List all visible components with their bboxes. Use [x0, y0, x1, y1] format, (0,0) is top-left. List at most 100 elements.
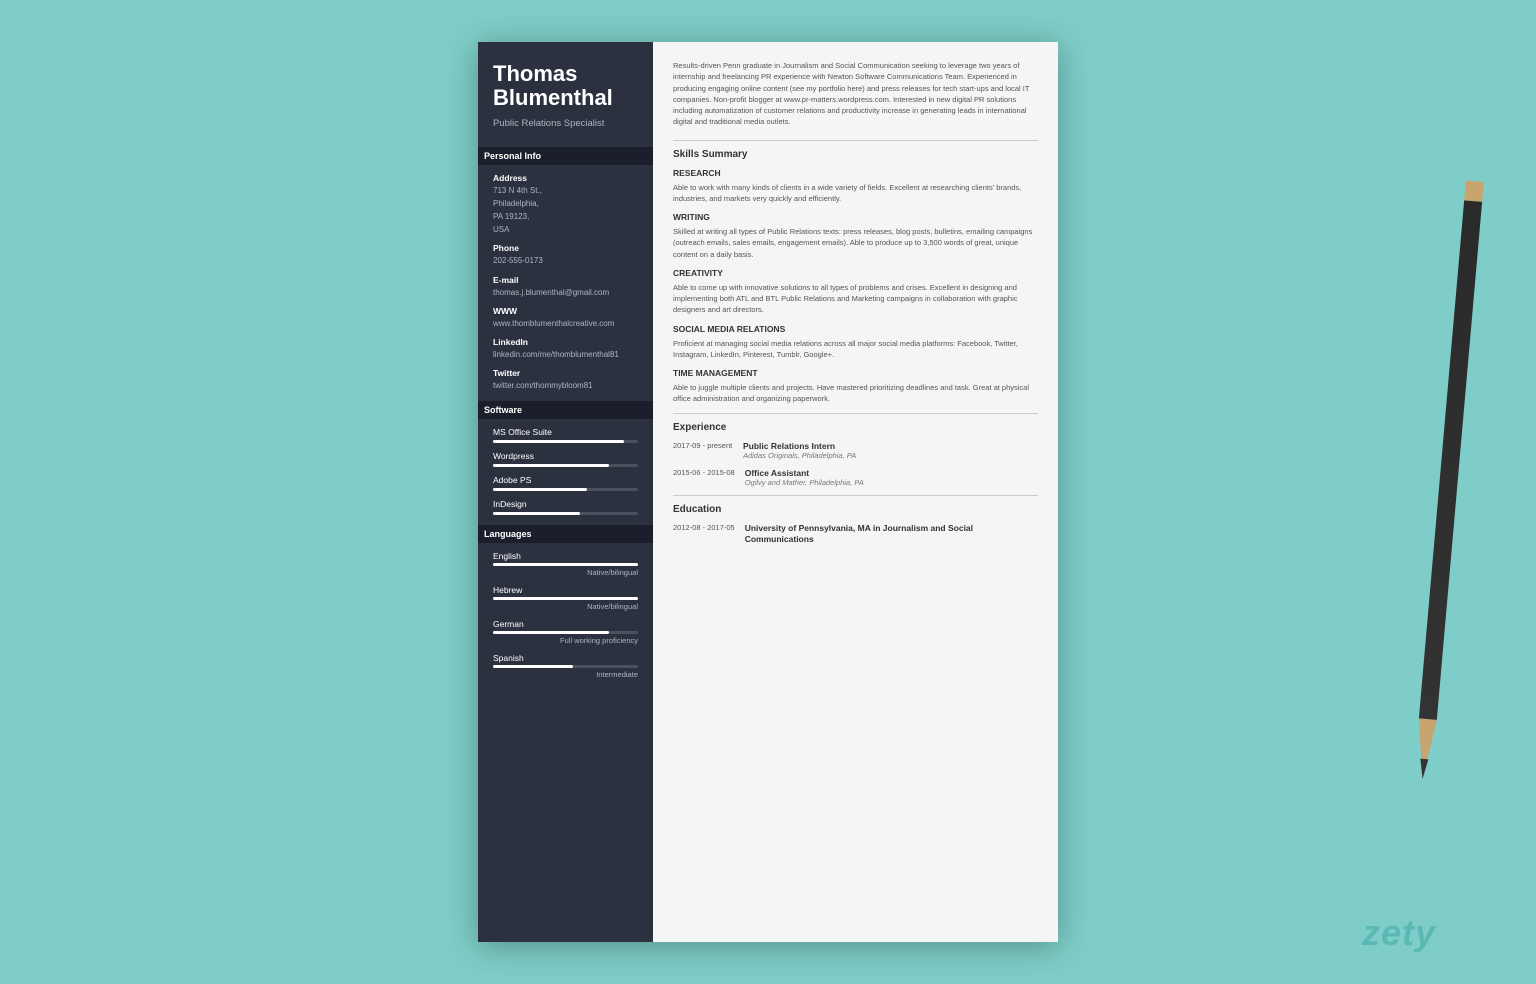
software-skill-item: Wordpress — [493, 451, 638, 467]
summary-text: Results-driven Penn graduate in Journali… — [673, 60, 1038, 128]
linkedin-value: linkedin.com/me/thomblumenthal81 — [493, 349, 638, 360]
www-label: WWW — [493, 306, 638, 316]
phone-label: Phone — [493, 243, 638, 253]
language-level: Full working proficiency — [493, 636, 638, 645]
skill-section: TIME MANAGEMENT Able to juggle multiple … — [673, 368, 1038, 405]
skill-bar-fill — [493, 464, 609, 467]
education-title: Education — [673, 504, 1038, 515]
divider-1 — [673, 140, 1038, 141]
skill-section-title: SOCIAL MEDIA RELATIONS — [673, 324, 1038, 334]
language-level: Native/bilingual — [493, 602, 638, 611]
linkedin-label: LinkedIn — [493, 337, 638, 347]
exp-title: Public Relations Intern — [743, 441, 856, 451]
skill-section: SOCIAL MEDIA RELATIONS Proficient at man… — [673, 324, 1038, 361]
skill-description: Able to work with many kinds of clients … — [673, 182, 1038, 205]
language-name: Hebrew — [493, 585, 638, 595]
divider-2 — [673, 413, 1038, 414]
twitter-label: Twitter — [493, 368, 638, 378]
software-skill-name: Wordpress — [493, 451, 638, 461]
language-item: German Full working proficiency — [493, 619, 638, 645]
exp-title: Office Assistant — [745, 468, 864, 478]
exp-company: Ogilvy and Mather, Philadelphia, PA — [745, 478, 864, 487]
software-skill-item: InDesign — [493, 499, 638, 515]
edu-degree: University of Pennsylvania, MA in Journa… — [745, 523, 1038, 547]
software-skill-name: MS Office Suite — [493, 427, 638, 437]
language-name: German — [493, 619, 638, 629]
skills-list: RESEARCH Able to work with many kinds of… — [673, 168, 1038, 405]
lang-bar-bg — [493, 597, 638, 600]
language-level: Intermediate — [493, 670, 638, 679]
skill-section: WRITING Skilled at writing all types of … — [673, 212, 1038, 260]
education-item: 2012-08 - 2017-05 University of Pennsylv… — [673, 523, 1038, 547]
language-level: Native/bilingual — [493, 568, 638, 577]
candidate-name: Thomas Blumenthal — [493, 62, 638, 110]
skill-section-title: TIME MANAGEMENT — [673, 368, 1038, 378]
exp-details: Office Assistant Ogilvy and Mather, Phil… — [745, 468, 864, 487]
skill-bar-fill — [493, 512, 580, 515]
phone-value: 202-555-0173 — [493, 255, 638, 266]
address-line1: 713 N 4th St., — [493, 185, 638, 196]
language-item: Spanish Intermediate — [493, 653, 638, 679]
skill-description: Proficient at managing social media rela… — [673, 338, 1038, 361]
skill-bar-fill — [493, 488, 587, 491]
pencil-decoration — [1412, 200, 1482, 799]
language-item: English Native/bilingual — [493, 551, 638, 577]
resume-document: Thomas Blumenthal Public Relations Speci… — [478, 42, 1058, 942]
resume-sidebar: Thomas Blumenthal Public Relations Speci… — [478, 42, 653, 942]
skill-bar-fill — [493, 440, 624, 443]
email-value: thomas.j.blumenthal@gmail.com — [493, 287, 638, 298]
skill-section: RESEARCH Able to work with many kinds of… — [673, 168, 1038, 205]
software-skills-list: MS Office Suite Wordpress Adobe PS InDes… — [493, 427, 638, 515]
email-label: E-mail — [493, 275, 638, 285]
education-list: 2012-08 - 2017-05 University of Pennsylv… — [673, 523, 1038, 547]
experience-item: 2017-09 - present Public Relations Inter… — [673, 441, 1038, 460]
exp-details: Public Relations Intern Adidas Originals… — [743, 441, 856, 460]
software-skill-name: Adobe PS — [493, 475, 638, 485]
skill-section-title: RESEARCH — [673, 168, 1038, 178]
zety-watermark: zety — [1362, 912, 1436, 954]
candidate-title: Public Relations Specialist — [493, 118, 638, 130]
experience-title: Experience — [673, 422, 1038, 433]
languages-header: Languages — [478, 525, 653, 543]
lang-bar-bg — [493, 665, 638, 668]
software-skill-item: MS Office Suite — [493, 427, 638, 443]
skills-summary-title: Skills Summary — [673, 149, 1038, 160]
address-line3: PA 19123, — [493, 211, 638, 222]
address-label: Address — [493, 173, 638, 183]
exp-dates: 2017-09 - present — [673, 441, 733, 460]
software-header: Software — [478, 401, 653, 419]
language-name: English — [493, 551, 638, 561]
lang-bar-fill — [493, 563, 638, 566]
skill-bar-bg — [493, 488, 638, 491]
experience-item: 2015-06 - 2015-08 Office Assistant Ogilv… — [673, 468, 1038, 487]
language-name: Spanish — [493, 653, 638, 663]
edu-dates: 2012-08 - 2017-05 — [673, 523, 735, 547]
divider-3 — [673, 495, 1038, 496]
skill-description: Able to come up with innovative solution… — [673, 282, 1038, 316]
skill-description: Able to juggle multiple clients and proj… — [673, 382, 1038, 405]
skill-section-title: CREATIVITY — [673, 268, 1038, 278]
resume-main: Results-driven Penn graduate in Journali… — [653, 42, 1058, 942]
skill-bar-bg — [493, 440, 638, 443]
personal-info-header: Personal Info — [478, 147, 653, 165]
lang-bar-fill — [493, 631, 609, 634]
lang-bar-fill — [493, 597, 638, 600]
twitter-value: twitter.com/thommybloom81 — [493, 380, 638, 391]
address-line4: USA — [493, 224, 638, 235]
software-skill-item: Adobe PS — [493, 475, 638, 491]
skill-section: CREATIVITY Able to come up with innovati… — [673, 268, 1038, 316]
exp-company: Adidas Originals, Philadelphia, PA — [743, 451, 856, 460]
language-item: Hebrew Native/bilingual — [493, 585, 638, 611]
skill-section-title: WRITING — [673, 212, 1038, 222]
software-skill-name: InDesign — [493, 499, 638, 509]
skill-description: Skilled at writing all types of Public R… — [673, 226, 1038, 260]
exp-dates: 2015-06 - 2015-08 — [673, 468, 735, 487]
lang-bar-bg — [493, 631, 638, 634]
languages-list: English Native/bilingual Hebrew Native/b… — [493, 551, 638, 679]
skill-bar-bg — [493, 512, 638, 515]
lang-bar-bg — [493, 563, 638, 566]
www-value: www.thomblumenthalcreative.com — [493, 318, 638, 329]
address-line2: Philadelphia, — [493, 198, 638, 209]
lang-bar-fill — [493, 665, 573, 668]
experience-list: 2017-09 - present Public Relations Inter… — [673, 441, 1038, 487]
